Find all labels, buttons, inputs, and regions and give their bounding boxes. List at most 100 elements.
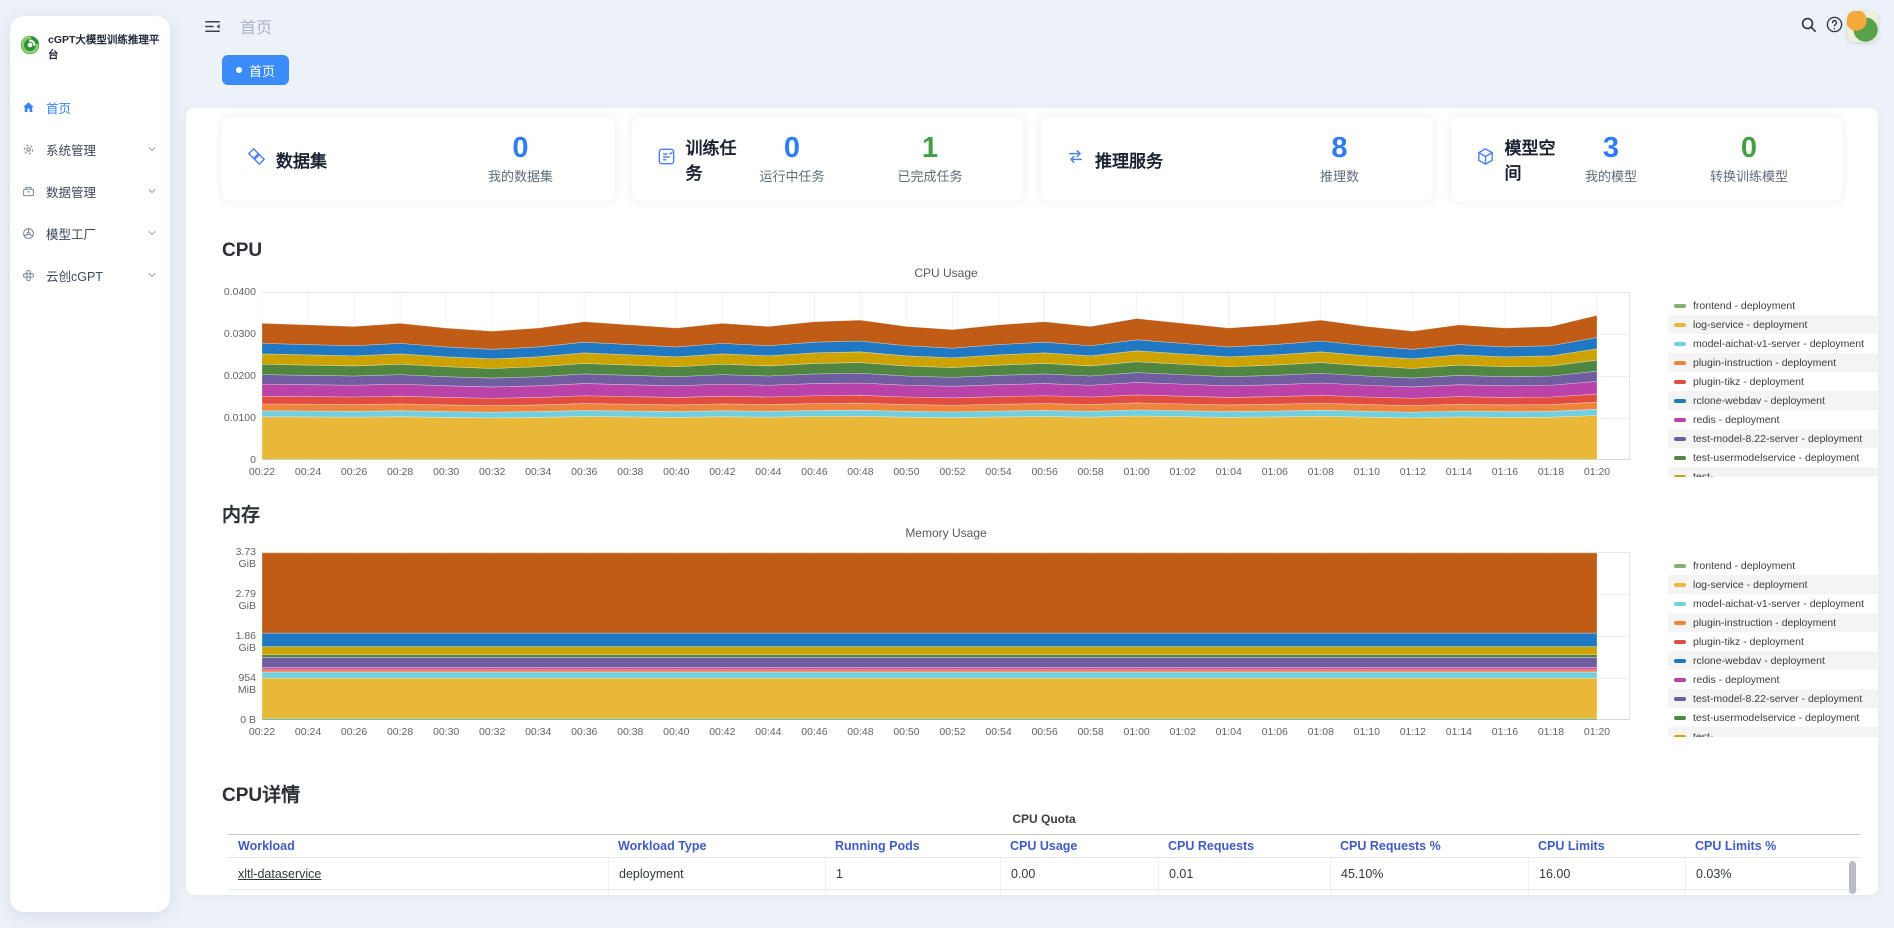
legend-item[interactable]: test-model-8.22-server - deployment	[1668, 689, 1878, 708]
stat-metrics: 0运行中任务1已完成任务	[747, 133, 975, 185]
x-axis-tick: 01:02	[1170, 726, 1196, 738]
stat-metric: 0转换训练模型	[1704, 133, 1794, 185]
legend-label: test-…	[1693, 731, 1724, 738]
x-axis-tick: 00:40	[663, 726, 689, 738]
legend-item[interactable]: model-aichat-v1-server - deployment	[1668, 334, 1878, 353]
legend-label: test-model-8.22-server - deployment	[1693, 693, 1862, 705]
stat-value: 3	[1566, 133, 1656, 163]
legend-label: plugin-instruction - deployment	[1693, 617, 1836, 629]
table-cell: 0.03%	[1685, 858, 1860, 890]
sidebar-item-factory[interactable]: 模型工厂	[10, 212, 170, 254]
legend-item[interactable]: test-model-8.22-server - deployment	[1668, 429, 1878, 448]
legend-marker	[1674, 323, 1686, 327]
gear-icon	[21, 142, 36, 157]
legend-item[interactable]: plugin-instruction - deployment	[1668, 613, 1878, 632]
search-icon[interactable]	[1799, 15, 1819, 35]
menu-fold-icon[interactable]	[203, 17, 223, 37]
x-axis-tick: 01:06	[1262, 466, 1288, 478]
legend-item[interactable]: test-…	[1668, 467, 1878, 477]
x-axis-tick: 00:58	[1077, 466, 1103, 478]
home-icon	[21, 100, 36, 115]
tab-active-dot	[236, 67, 242, 73]
x-axis-tick: 00:52	[939, 466, 965, 478]
series-area	[262, 678, 1597, 718]
x-axis-tick: 00:24	[295, 466, 321, 478]
workload-link[interactable]: xltl-dataservice	[238, 867, 321, 881]
legend-item[interactable]: frontend - deployment	[1668, 556, 1878, 575]
legend-marker	[1674, 456, 1686, 460]
stat-card-modelspace[interactable]: 模型空间3我的模型0转换训练模型	[1451, 117, 1843, 201]
column-header[interactable]: CPU Requests	[1158, 835, 1330, 857]
legend-item[interactable]: frontend - deployment	[1668, 296, 1878, 315]
legend-item[interactable]: test-usermodelservice - deployment	[1668, 448, 1878, 467]
series-area	[262, 553, 1597, 633]
column-header[interactable]: CPU Limits %	[1685, 835, 1860, 857]
stat-card-inference[interactable]: 推理服务8推理数	[1041, 117, 1433, 201]
stat-metrics: 3我的模型0转换训练模型	[1566, 133, 1794, 185]
x-axis-tick: 00:30	[433, 726, 459, 738]
sidebar-item-label: 云创cGPT	[46, 266, 103, 285]
stat-value: 0	[476, 133, 566, 163]
table-cell: 1	[825, 858, 1000, 890]
legend-label: plugin-instruction - deployment	[1693, 357, 1836, 369]
legend-item[interactable]: plugin-tikz - deployment	[1668, 632, 1878, 651]
column-header[interactable]: CPU Usage	[1000, 835, 1158, 857]
stacked-area-svg	[262, 292, 1630, 460]
y-axis-tick: 0	[222, 454, 256, 466]
series-area	[262, 647, 1597, 655]
table-scrollbar[interactable]	[1849, 861, 1856, 894]
legend-item[interactable]: redis - deployment	[1668, 670, 1878, 689]
legend-item[interactable]: plugin-instruction - deployment	[1668, 353, 1878, 372]
legend-item[interactable]: rclone-webdav - deployment	[1668, 651, 1878, 670]
y-axis-tick: 3.73 GiB	[222, 546, 256, 570]
help-icon[interactable]	[1825, 15, 1845, 35]
tab-home[interactable]: 首页	[222, 55, 289, 85]
stat-card-dataset[interactable]: 数据集0我的数据集	[222, 117, 614, 201]
legend-item[interactable]: test-…	[1668, 727, 1878, 737]
stat-metric: 1已完成任务	[885, 133, 975, 185]
workload-cell: xltl-dataservice	[228, 858, 608, 890]
cell-value: 16.00	[1539, 867, 1570, 881]
x-axis-tick: 01:14	[1446, 466, 1472, 478]
legend-marker	[1674, 418, 1686, 422]
memory-section-title: 内存	[222, 500, 260, 527]
legend-item[interactable]: redis - deployment	[1668, 410, 1878, 429]
modelspace-icon	[1475, 146, 1496, 172]
breadcrumb[interactable]: 首页	[240, 14, 272, 38]
legend-item[interactable]: rclone-webdav - deployment	[1668, 391, 1878, 410]
legend-label: test-usermodelservice - deployment	[1693, 452, 1859, 464]
x-axis-tick: 01:10	[1354, 466, 1380, 478]
x-axis-tick: 00:32	[479, 466, 505, 478]
column-header[interactable]: CPU Limits	[1528, 835, 1685, 857]
legend-item[interactable]: model-aichat-v1-server - deployment	[1668, 594, 1878, 613]
x-axis-tick: 01:08	[1308, 726, 1334, 738]
column-header[interactable]: Workload	[228, 835, 608, 857]
app-title: cGPT大模型训练推理平台	[48, 32, 164, 62]
sidebar-item-gear[interactable]: 系统管理	[10, 128, 170, 170]
sidebar-item-cloud[interactable]: 云创cGPT	[10, 254, 170, 296]
table-cell: 16.00	[1528, 858, 1685, 890]
column-header[interactable]: CPU Requests %	[1330, 835, 1528, 857]
column-header[interactable]: Running Pods	[825, 835, 1000, 857]
cell-value: 0.03%	[1696, 867, 1731, 881]
sidebar-item-home[interactable]: 首页	[10, 86, 170, 128]
sidebar-item-data[interactable]: 数据管理	[10, 170, 170, 212]
legend-item[interactable]: log-service - deployment	[1668, 315, 1878, 334]
legend-item[interactable]: test-usermodelservice - deployment	[1668, 708, 1878, 727]
stat-card-head: 模型空间	[1475, 134, 1567, 184]
chevron-down-icon	[146, 143, 158, 155]
stat-sublabel: 转换训练模型	[1704, 166, 1794, 185]
stat-card-training[interactable]: 训练任务0运行中任务1已完成任务	[632, 117, 1024, 201]
legend-item[interactable]: plugin-tikz - deployment	[1668, 372, 1878, 391]
x-axis-tick: 00:40	[663, 466, 689, 478]
column-header[interactable]: Workload Type	[608, 835, 825, 857]
user-avatar[interactable]	[1847, 11, 1878, 42]
x-axis-tick: 01:16	[1492, 466, 1518, 478]
x-axis-tick: 00:48	[847, 726, 873, 738]
cell-value: 45.10%	[1341, 867, 1383, 881]
x-axis-tick: 00:32	[479, 726, 505, 738]
x-axis-tick: 00:44	[755, 466, 781, 478]
table-header-row: WorkloadWorkload TypeRunning PodsCPU Usa…	[228, 834, 1860, 858]
legend-item[interactable]: log-service - deployment	[1668, 575, 1878, 594]
chart-title: Memory Usage	[262, 526, 1630, 540]
